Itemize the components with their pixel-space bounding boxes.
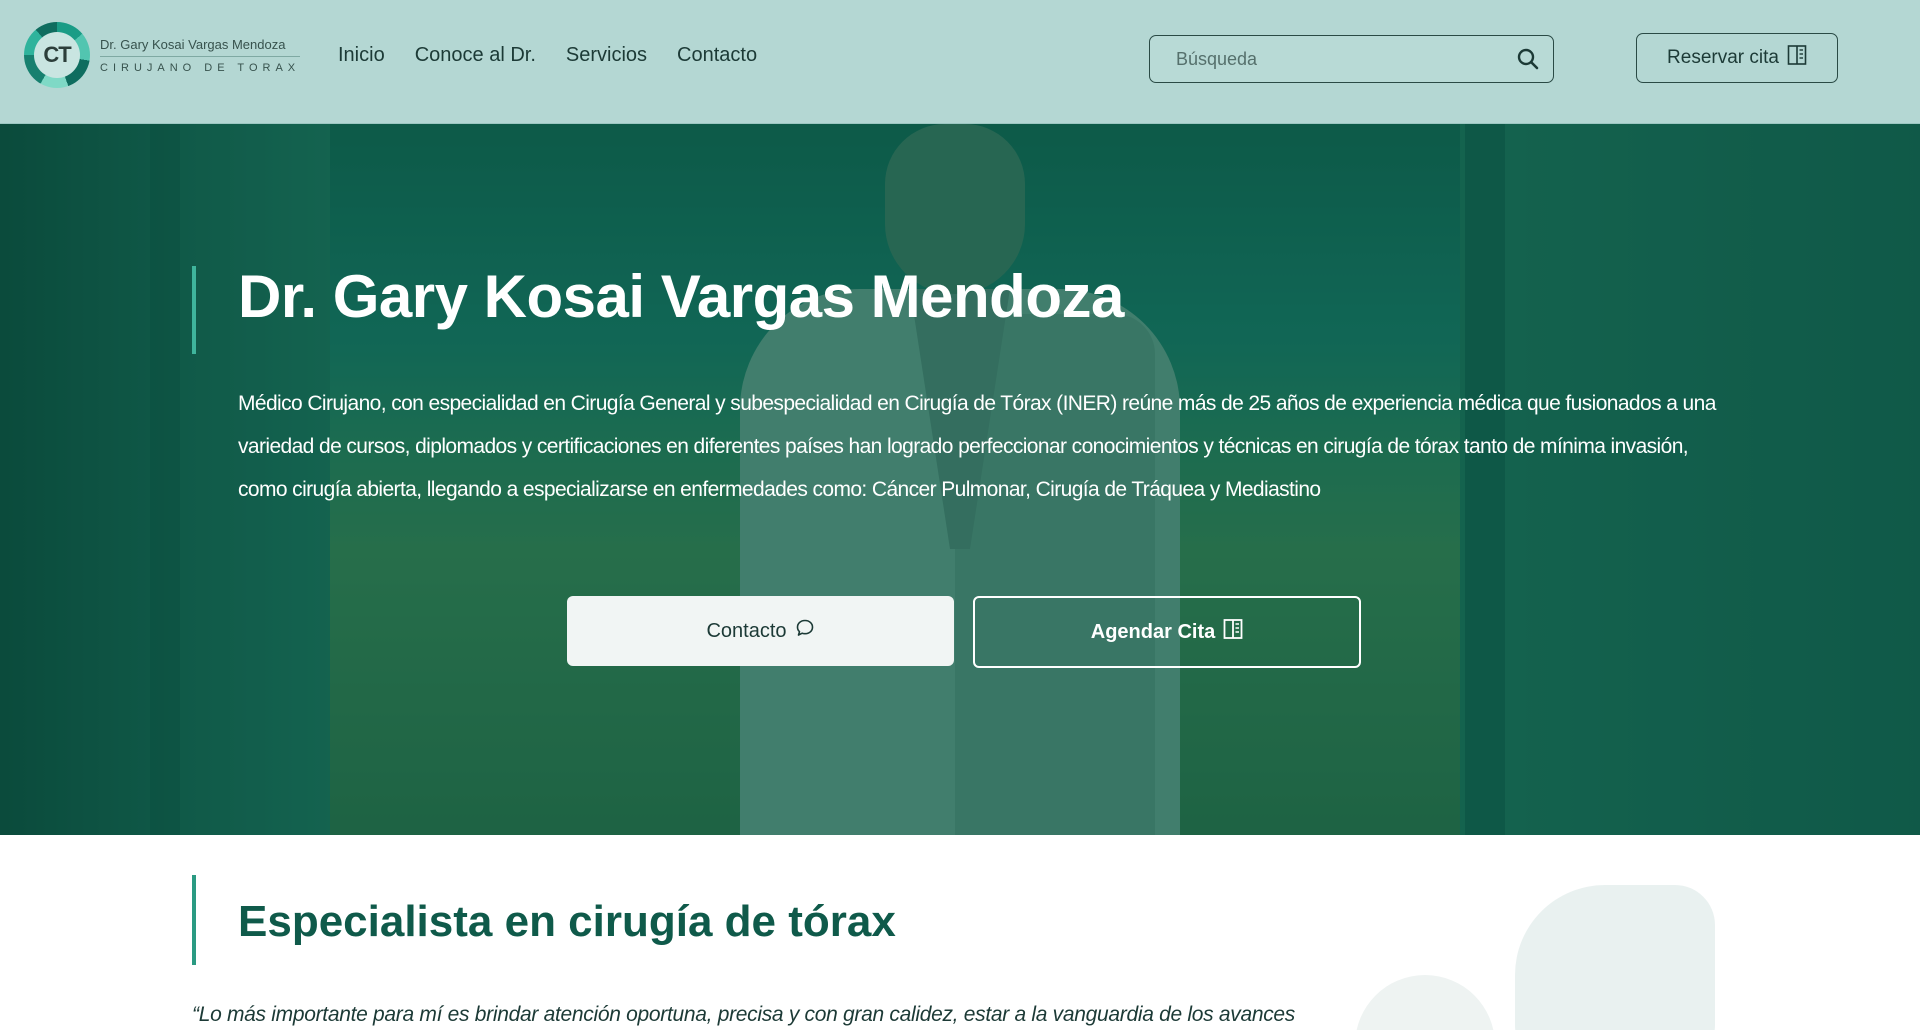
chat-bubble-icon bbox=[795, 618, 815, 644]
specialist-section: Especialista en cirugía de tórax “Lo más… bbox=[0, 835, 1920, 1030]
calendar-icon bbox=[1223, 618, 1243, 646]
logo-initials: CT bbox=[34, 32, 80, 78]
schedule-label: Agendar Cita bbox=[1090, 620, 1216, 643]
main-nav: Inicio Conoce al Dr. Servicios Contacto bbox=[338, 44, 757, 67]
nav-item-contacto[interactable]: Contacto bbox=[677, 44, 757, 67]
contact-button[interactable]: Contacto bbox=[567, 596, 954, 666]
logo-emblem: CT bbox=[24, 22, 90, 88]
decorative-photo-shape bbox=[1355, 975, 1495, 1030]
section-title: Especialista en cirugía de tórax bbox=[238, 897, 896, 946]
header: CT Dr. Gary Kosai Vargas Mendoza CIRUJAN… bbox=[0, 0, 1920, 124]
reserve-appointment-button[interactable]: Reservar cita bbox=[1636, 33, 1838, 83]
logo-name: Dr. Gary Kosai Vargas Mendoza bbox=[100, 37, 301, 57]
section-title-accent bbox=[192, 875, 196, 965]
search-box bbox=[1149, 35, 1554, 83]
logo-subtitle: CIRUJANO DE TORAX bbox=[100, 61, 301, 74]
search-input[interactable] bbox=[1176, 48, 1515, 70]
logo[interactable]: CT Dr. Gary Kosai Vargas Mendoza CIRUJAN… bbox=[24, 22, 301, 88]
nav-item-servicios[interactable]: Servicios bbox=[566, 44, 647, 67]
calendar-icon bbox=[1787, 44, 1807, 72]
contact-label: Contacto bbox=[706, 619, 787, 642]
decorative-photo-shape bbox=[1515, 885, 1715, 1030]
search-icon[interactable] bbox=[1515, 46, 1541, 72]
nav-item-inicio[interactable]: Inicio bbox=[338, 44, 385, 67]
page: CT Dr. Gary Kosai Vargas Mendoza CIRUJAN… bbox=[0, 0, 1920, 1030]
nav-item-conoce[interactable]: Conoce al Dr. bbox=[415, 44, 536, 67]
logo-text: Dr. Gary Kosai Vargas Mendoza CIRUJANO D… bbox=[100, 37, 301, 74]
reserve-label: Reservar cita bbox=[1667, 47, 1779, 68]
hero-description: Médico Cirujano, con especialidad en Cir… bbox=[238, 392, 1716, 501]
schedule-appointment-button[interactable]: Agendar Cita bbox=[973, 596, 1361, 668]
hero-title: Dr. Gary Kosai Vargas Mendoza bbox=[238, 263, 1124, 330]
hero-section: Dr. Gary Kosai Vargas Mendoza Médico Cir… bbox=[0, 124, 1920, 835]
hero-title-accent bbox=[192, 266, 196, 354]
section-quote: “Lo más importante para mí es brindar at… bbox=[192, 1003, 1296, 1026]
